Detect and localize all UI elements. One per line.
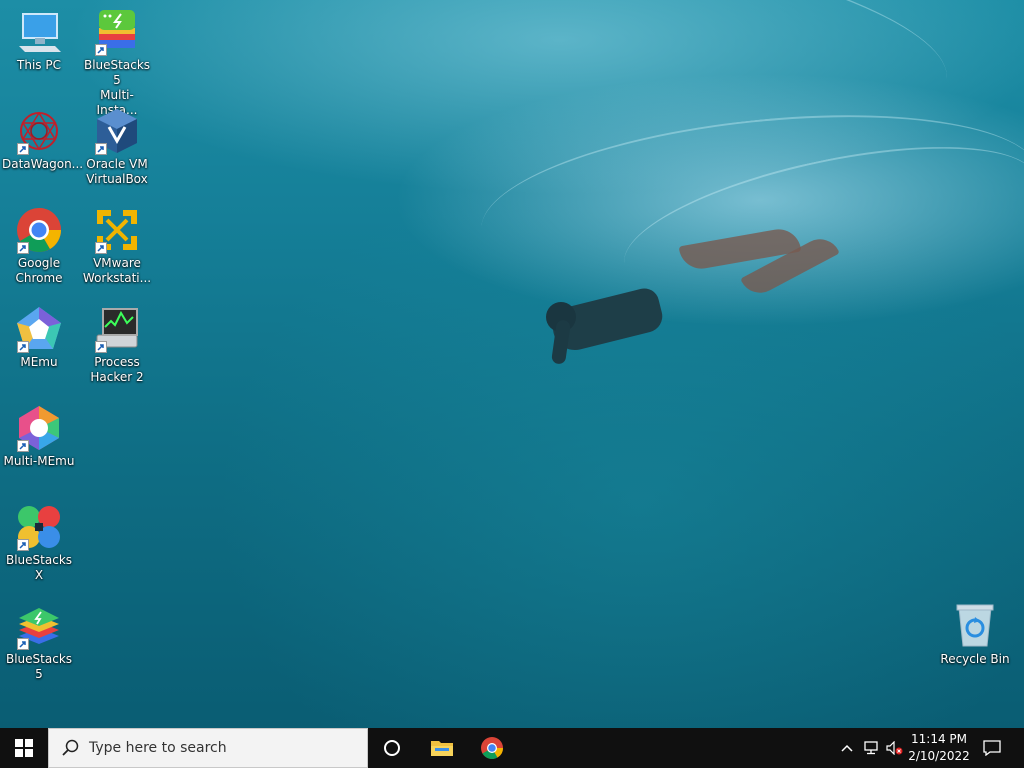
datawagon-icon: [15, 107, 63, 155]
shortcut-arrow-icon: [17, 143, 29, 155]
desktop-icon-label: Oracle VM VirtualBox: [86, 157, 148, 186]
multi-memu-icon: [15, 404, 63, 452]
desktop-icon-bluestacks-multi-instance[interactable]: BlueStacks 5 Multi-Insta...: [80, 8, 154, 118]
windows-start-icon: [15, 739, 33, 757]
desktop-icon-label: VMware Workstati...: [82, 256, 152, 285]
desktop-icon-vmware-workstation[interactable]: VMware Workstati...: [80, 206, 154, 286]
desktop-icon-recycle-bin[interactable]: Recycle Bin: [938, 602, 1012, 667]
desktop-icon-label: This PC: [17, 58, 61, 72]
volume-muted-icon: [886, 741, 903, 755]
desktop-icon-label: BlueStacks X: [5, 553, 73, 582]
process-hacker-icon: [93, 305, 141, 353]
shortcut-arrow-icon: [17, 539, 29, 551]
tray-action-center[interactable]: [974, 728, 1010, 768]
shortcut-arrow-icon: [95, 44, 107, 56]
desktop-icon-this-pc[interactable]: This PC: [2, 8, 76, 73]
desktop-icon-memu[interactable]: MEmu: [2, 305, 76, 370]
desktop-icon-label: Process Hacker 2: [90, 355, 144, 384]
chevron-up-icon: [841, 744, 853, 752]
desktop-icon-oracle-vm-virtualbox[interactable]: Oracle VM VirtualBox: [80, 107, 154, 187]
desktop-icon-label: BlueStacks 5: [5, 652, 73, 681]
taskbar-google-chrome[interactable]: [468, 728, 516, 768]
shortcut-arrow-icon: [17, 638, 29, 650]
this-pc-icon: [15, 8, 63, 56]
notification-icon: [983, 740, 1001, 756]
bluestacks-multi-instance-icon: [93, 8, 141, 56]
clock-time: 11:14 PM: [911, 732, 967, 746]
shortcut-arrow-icon: [17, 440, 29, 452]
tray-clock[interactable]: 11:14 PM 2/10/2022: [906, 728, 972, 768]
folder-icon: [431, 741, 453, 756]
taskbar: Type here to search 11:14 PM 2/10/2022: [0, 728, 1024, 768]
clock-date: 2/10/2022: [908, 749, 970, 763]
bluestacks-5-icon: [15, 602, 63, 650]
tray-volume[interactable]: [884, 728, 906, 768]
recycle-bin-icon: [951, 602, 999, 650]
shortcut-arrow-icon: [95, 143, 107, 155]
vmware-icon: [93, 206, 141, 254]
search-box[interactable]: Type here to search: [48, 728, 368, 768]
network-icon: [864, 741, 878, 755]
desktop-icon-label: Recycle Bin: [940, 652, 1010, 666]
desktop-icon-label: DataWagon...: [2, 157, 84, 171]
shortcut-arrow-icon: [95, 242, 107, 254]
desktop-icon-label: MEmu: [20, 355, 58, 369]
desktop-icon-process-hacker-2[interactable]: Process Hacker 2: [80, 305, 154, 385]
desktop-icon-bluestacks-5[interactable]: BlueStacks 5: [2, 602, 76, 682]
desktop-icon-bluestacks-x[interactable]: BlueStacks X: [2, 503, 76, 583]
search-placeholder: Type here to search: [89, 740, 227, 756]
tray-show-hidden-icons[interactable]: [836, 728, 858, 768]
desktop[interactable]: This PC DataWagon... Google Chrome MEmu …: [0, 0, 1024, 728]
shortcut-arrow-icon: [17, 341, 29, 353]
taskbar-file-explorer[interactable]: [418, 728, 466, 768]
shortcut-arrow-icon: [17, 242, 29, 254]
shortcut-arrow-icon: [95, 341, 107, 353]
start-button[interactable]: [0, 728, 48, 768]
tray-network[interactable]: [860, 728, 882, 768]
cortana-circle-icon: [384, 740, 400, 756]
desktop-icon-datawagon[interactable]: DataWagon...: [2, 107, 84, 172]
desktop-icon-multi-memu[interactable]: Multi-MEmu: [2, 404, 76, 469]
desktop-icon-label: Google Chrome: [15, 256, 63, 285]
bluestacks-x-icon: [15, 503, 63, 551]
virtualbox-icon: [93, 107, 141, 155]
cortana-button[interactable]: [368, 728, 416, 768]
desktop-icon-google-chrome[interactable]: Google Chrome: [2, 206, 76, 286]
search-icon: [62, 739, 79, 756]
desktop-icon-label: Multi-MEmu: [3, 454, 75, 468]
chrome-icon: [481, 737, 503, 759]
chrome-icon: [15, 206, 63, 254]
memu-icon: [15, 305, 63, 353]
